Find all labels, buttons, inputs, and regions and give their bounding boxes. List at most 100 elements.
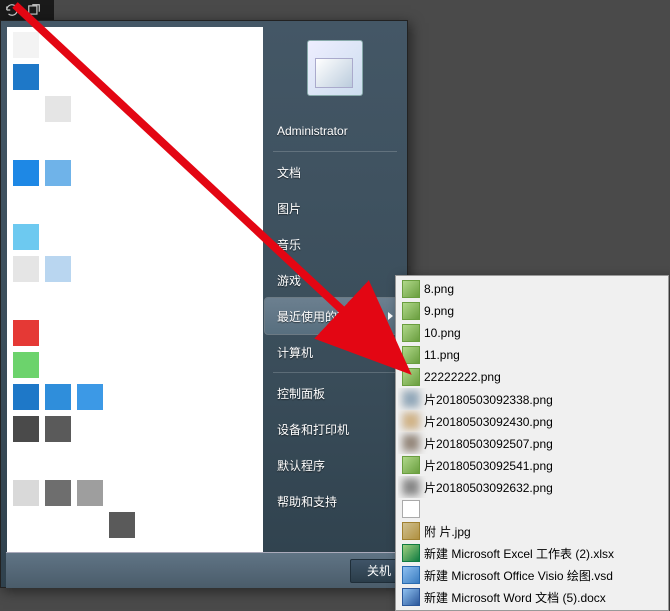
program-item[interactable] xyxy=(13,477,257,509)
start-menu-item-label: 计算机 xyxy=(277,344,313,361)
file-type-icon xyxy=(402,566,420,584)
recent-file-name: 新建 Microsoft Word 文档 (5).docx xyxy=(424,589,606,606)
program-icon xyxy=(13,512,39,538)
program-icon xyxy=(13,224,39,250)
recent-file-item[interactable]: 附 片.jpg xyxy=(398,520,666,542)
user-picture-icon xyxy=(307,40,363,96)
recent-file-item[interactable]: 9.png xyxy=(398,300,666,322)
program-item[interactable] xyxy=(13,253,257,285)
program-item[interactable] xyxy=(13,221,257,253)
program-icon xyxy=(13,352,39,378)
program-item[interactable] xyxy=(13,125,257,157)
user-avatar-area[interactable] xyxy=(263,27,407,109)
start-menu-item-label: 最近使用的项目 xyxy=(277,308,361,325)
program-item[interactable] xyxy=(13,189,257,221)
recent-file-item[interactable]: 新建 Microsoft Word 文档 (5).docx xyxy=(398,586,666,608)
start-menu-item[interactable]: Administrator xyxy=(265,113,405,149)
recent-file-name: 10.png xyxy=(424,326,461,340)
file-type-icon xyxy=(402,522,420,540)
recent-file-item[interactable]: 新建 Microsoft Excel 工作表 (2).xlsx xyxy=(398,542,666,564)
recent-file-name: 片20180503092541.png xyxy=(424,457,553,474)
program-icon xyxy=(45,416,71,442)
program-icon xyxy=(13,96,39,122)
program-item[interactable] xyxy=(13,29,257,61)
program-item[interactable] xyxy=(13,285,257,317)
recent-file-item[interactable]: 10.png xyxy=(398,322,666,344)
start-menu-item[interactable]: 计算机 xyxy=(265,334,405,370)
fullscreen-icon[interactable] xyxy=(26,2,42,18)
file-type-icon xyxy=(402,588,420,606)
program-item[interactable] xyxy=(13,93,257,125)
file-type-icon xyxy=(402,324,420,342)
program-item[interactable] xyxy=(13,413,257,445)
program-icon xyxy=(109,512,135,538)
rotate-icon[interactable] xyxy=(4,2,20,18)
program-item[interactable] xyxy=(13,445,257,477)
program-list[interactable] xyxy=(7,27,263,587)
shutdown-label: 关机 xyxy=(367,562,391,579)
program-icon xyxy=(45,256,71,282)
program-icon xyxy=(13,64,39,90)
program-icon xyxy=(13,480,39,506)
start-menu-item-label: 帮助和支持 xyxy=(277,493,337,510)
start-menu-item[interactable]: 最近使用的项目 xyxy=(265,298,405,334)
recent-file-item[interactable]: 片20180503092430.png xyxy=(398,410,666,432)
recent-file-item[interactable]: 11.png xyxy=(398,344,666,366)
recent-file-item[interactable]: 22222222.png xyxy=(398,366,666,388)
program-icon xyxy=(13,32,39,58)
start-menu-item-label: 设备和打印机 xyxy=(277,421,349,438)
program-item[interactable] xyxy=(13,157,257,189)
app-toolbar xyxy=(0,0,54,20)
chevron-right-icon xyxy=(388,312,393,320)
file-thumbnail-icon xyxy=(402,478,420,496)
start-menu-item-label: 默认程序 xyxy=(277,457,325,474)
file-type-icon xyxy=(402,302,420,320)
recent-file-name: 8.png xyxy=(424,282,454,296)
program-icon xyxy=(45,160,71,186)
file-thumbnail-icon xyxy=(402,434,420,452)
file-type-icon xyxy=(402,346,420,364)
program-icon xyxy=(45,480,71,506)
recent-file-item[interactable]: 新建 Microsoft Office Visio 绘图.vsd xyxy=(398,564,666,586)
file-type-icon xyxy=(402,456,420,474)
start-menu-item[interactable]: 设备和打印机 xyxy=(265,411,405,447)
program-icon xyxy=(13,288,39,314)
recent-file-name: 附 片.jpg xyxy=(424,523,471,540)
program-icon xyxy=(77,512,103,538)
recent-file-item[interactable] xyxy=(398,498,666,520)
recent-file-name: 11.png xyxy=(424,348,460,362)
start-menu-footer: 关机 xyxy=(6,552,408,588)
recent-file-item[interactable]: 片20180503092338.png xyxy=(398,388,666,410)
program-item[interactable] xyxy=(13,317,257,349)
program-item[interactable] xyxy=(13,509,257,541)
start-menu-item[interactable]: 游戏 xyxy=(265,262,405,298)
start-menu-item[interactable]: 控制面板 xyxy=(265,375,405,411)
program-icon xyxy=(45,384,71,410)
recent-file-item[interactable]: 片20180503092541.png xyxy=(398,454,666,476)
program-icon xyxy=(13,384,39,410)
start-menu-item-label: 游戏 xyxy=(277,272,301,289)
start-menu-item[interactable]: 音乐 xyxy=(265,226,405,262)
start-menu-item[interactable]: 文档 xyxy=(265,154,405,190)
recent-file-item[interactable]: 8.png xyxy=(398,278,666,300)
start-menu-item[interactable]: 图片 xyxy=(265,190,405,226)
program-item[interactable] xyxy=(13,381,257,413)
recent-file-name: 新建 Microsoft Excel 工作表 (2).xlsx xyxy=(424,545,614,562)
program-item[interactable] xyxy=(13,349,257,381)
file-thumbnail-icon xyxy=(402,390,420,408)
recent-file-name: 新建 Microsoft Office Visio 绘图.vsd xyxy=(424,567,613,584)
recent-file-name: 片20180503092507.png xyxy=(424,435,553,452)
start-menu-item-label: 文档 xyxy=(277,164,301,181)
program-item[interactable] xyxy=(13,61,257,93)
start-menu-item-label: 音乐 xyxy=(277,236,301,253)
separator xyxy=(273,151,397,152)
program-icon xyxy=(45,512,71,538)
start-menu-item[interactable]: 帮助和支持 xyxy=(265,483,405,519)
file-type-icon xyxy=(402,544,420,562)
program-icon xyxy=(45,96,71,122)
start-menu-links: Administrator 文档图片音乐游戏最近使用的项目计算机控制面板设备和打印… xyxy=(263,109,407,523)
start-menu-item[interactable]: 默认程序 xyxy=(265,447,405,483)
file-thumbnail-icon xyxy=(402,412,420,430)
recent-file-item[interactable]: 片20180503092632.png xyxy=(398,476,666,498)
recent-file-item[interactable]: 片20180503092507.png xyxy=(398,432,666,454)
